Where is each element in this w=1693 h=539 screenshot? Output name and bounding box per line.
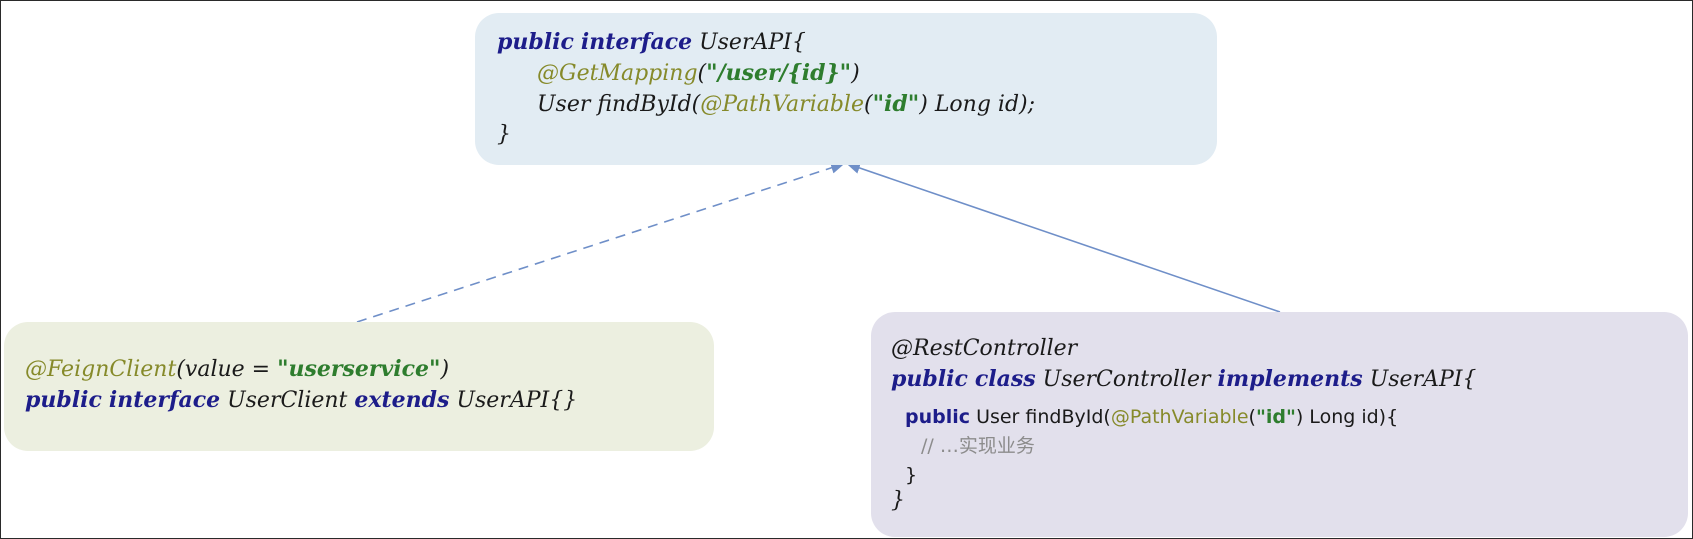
find-by-id-signature: User findById(@PathVariable("id") Long i… xyxy=(497,89,1217,120)
keyword: public xyxy=(891,366,968,392)
user-client-declaration: public interface UserClient extends User… xyxy=(25,385,714,416)
annotation: @PathVariable xyxy=(1110,406,1249,428)
user-client-box: @FeignClient(value = "userservice") publ… xyxy=(4,322,714,451)
controller-find-by-id-signature: public User findById(@PathVariable("id")… xyxy=(891,403,1688,432)
keyword: extends xyxy=(354,387,450,413)
parent-interface: UserAPI{ xyxy=(1369,367,1477,392)
paren: ) xyxy=(440,357,450,382)
paren: ) xyxy=(851,61,860,86)
annotation: @FeignClient xyxy=(25,357,177,382)
parent-interface: UserAPI{} xyxy=(456,388,578,413)
class-name: UserController xyxy=(1042,367,1211,392)
feign-client-extends-arrow xyxy=(356,162,845,323)
annotation: @GetMapping xyxy=(537,61,698,86)
class-closing-brace: } xyxy=(891,488,905,513)
annotation: @PathVariable xyxy=(700,92,864,117)
keyword: class xyxy=(974,366,1036,392)
string-literal: "id" xyxy=(872,91,920,117)
keyword: implements xyxy=(1217,366,1363,392)
keyword: interface xyxy=(108,387,221,413)
string-literal: "/user/{id}" xyxy=(706,60,852,86)
closing-brace: } xyxy=(497,122,511,147)
method-signature: User findById( xyxy=(537,92,701,117)
keyword: public xyxy=(905,406,971,428)
feign-client-annotation-line: @FeignClient(value = "userservice") xyxy=(25,354,714,385)
keyword: public xyxy=(497,29,574,55)
method-params: ) Long id); xyxy=(919,92,1036,117)
paren: ( xyxy=(863,92,873,117)
user-controller-declaration: public class UserController implements U… xyxy=(891,364,1688,395)
keyword: public xyxy=(25,387,102,413)
annotation-args: (value = xyxy=(176,357,278,382)
get-mapping-line: @GetMapping("/user/{id}") xyxy=(497,58,1217,89)
method-closing-brace: } xyxy=(905,464,918,486)
keyword: interface xyxy=(580,29,693,55)
method-signature: User findById( xyxy=(976,406,1111,428)
paren: ( xyxy=(1248,406,1256,428)
user-controller-box: @RestController public class UserControl… xyxy=(871,312,1688,537)
paren: ( xyxy=(697,61,707,86)
interface-name: UserAPI{ xyxy=(699,30,806,55)
implementation-comment: // …实现业务 xyxy=(921,435,1035,457)
interface-name: UserClient xyxy=(227,388,348,413)
rest-controller-annotation: @RestController xyxy=(891,336,1078,361)
user-api-declaration: public interface UserAPI{ xyxy=(497,27,1217,58)
controller-implements-arrow xyxy=(846,162,1281,313)
method-params: ) Long id){ xyxy=(1295,406,1399,428)
string-literal: "id" xyxy=(1255,406,1296,428)
string-literal: "userservice" xyxy=(277,356,441,382)
user-api-interface-box: public interface UserAPI{ @GetMapping("/… xyxy=(475,13,1217,165)
